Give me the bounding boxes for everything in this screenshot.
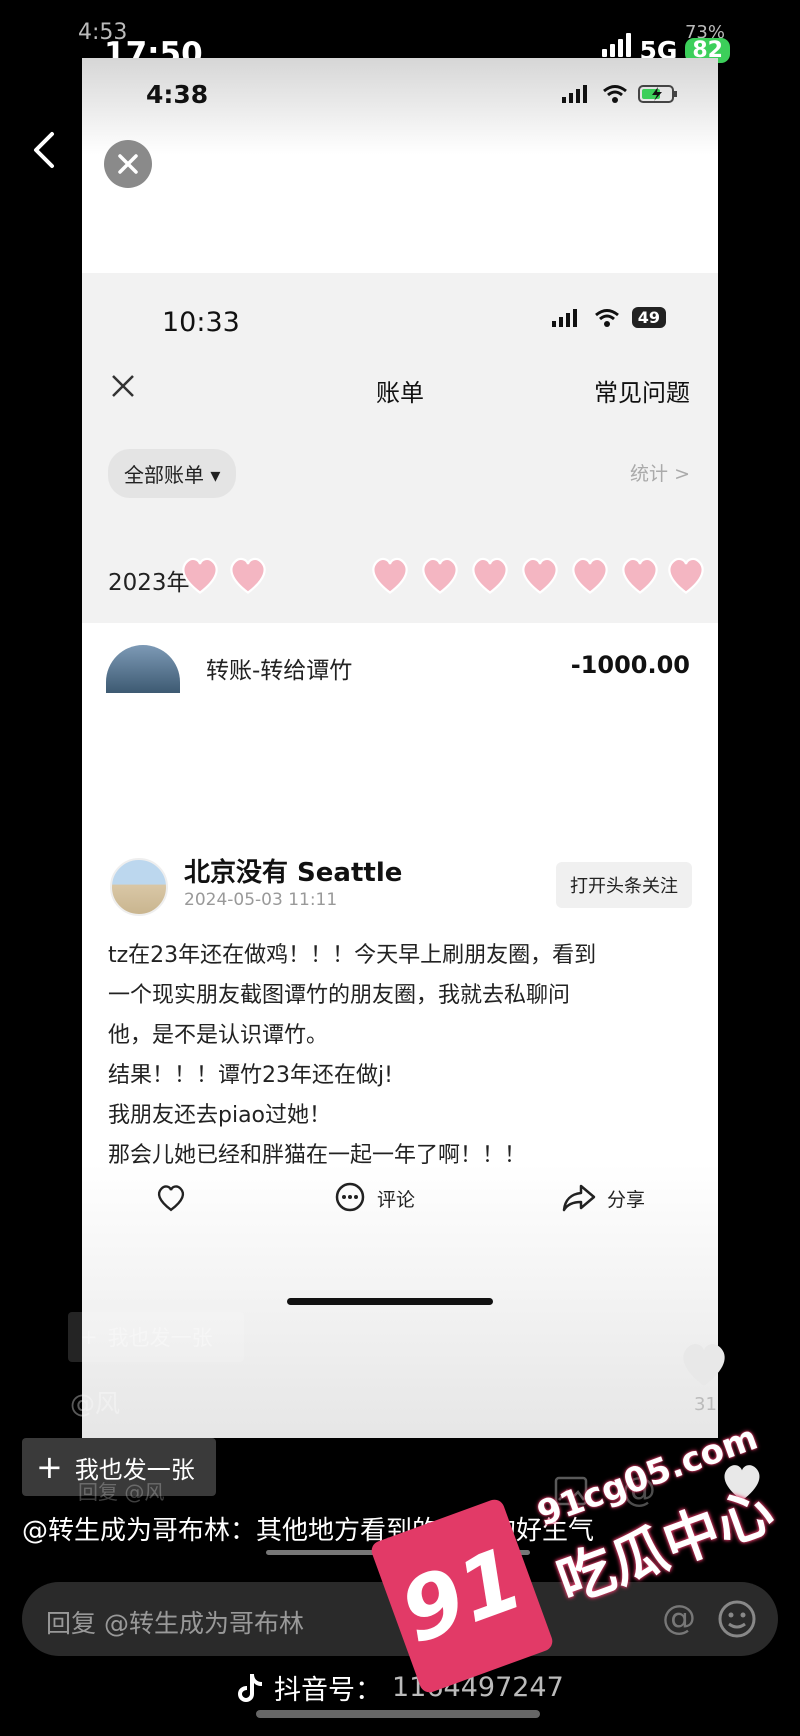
battery-charging-icon xyxy=(638,85,677,103)
post-body: tz在23年还在做鸡！！！今天早上刷朋友圈，看到 一个现实朋友截图谭竹的朋友圈，… xyxy=(108,936,698,1176)
screenshot-image[interactable]: 4:38 10:33 49 账单 常见问题 全部账单 ▾ 统计 > 2023年 xyxy=(82,58,718,1438)
signal-icon xyxy=(602,32,632,57)
heart-icon xyxy=(182,557,218,594)
close-button[interactable] xyxy=(104,140,152,188)
close-icon xyxy=(118,154,138,174)
watermark-badge: 91 xyxy=(368,1496,556,1696)
post-author[interactable]: 北京没有 Seattle xyxy=(184,852,402,889)
ghost-mention: @风 xyxy=(70,1389,121,1418)
inner-status-time: 10:33 xyxy=(162,307,240,338)
bill-item-amount: -1000.00 xyxy=(570,651,690,679)
reply-placeholder: 回复 @转生成为哥布林 xyxy=(46,1609,304,1638)
douyin-label: 抖音号： xyxy=(274,1675,382,1706)
ghost-post-button: + 我也发一张 xyxy=(68,1312,244,1362)
inner-status-icons: 49 xyxy=(551,307,666,328)
bill-header: 账单 常见问题 xyxy=(82,353,718,423)
signal-icon xyxy=(562,85,587,103)
plus-icon: + xyxy=(36,1448,63,1486)
wifi-icon xyxy=(603,85,627,103)
watermark: 91 91cg05.com 吃瓜中心 xyxy=(368,1418,800,1736)
post-line: 我朋友还去piao过她！ xyxy=(108,1103,332,1128)
share-icon xyxy=(562,1184,596,1212)
heart-icon xyxy=(572,557,608,594)
comment-label: 评论 xyxy=(376,1188,415,1211)
like-count: 31 xyxy=(694,1394,717,1415)
heart-icon xyxy=(622,557,658,594)
heart-icon xyxy=(372,557,408,594)
ghost-post-label: 我也发一张 xyxy=(107,1326,213,1350)
plus-icon: + xyxy=(80,1325,98,1349)
post-line: 结果！！！谭竹23年还在做j! xyxy=(108,1063,393,1088)
comment-button[interactable]: 评论 xyxy=(333,1181,415,1215)
wifi-icon xyxy=(594,308,619,327)
battery-icon: 49 xyxy=(631,307,666,328)
share-button[interactable]: 分享 xyxy=(561,1183,645,1213)
heart-icon xyxy=(472,557,508,594)
ghost-reply: 回复 @风 xyxy=(78,1480,165,1504)
post-line: 他，是不是认识谭竹。 xyxy=(108,1023,329,1048)
heart-stickers xyxy=(178,543,704,613)
heart-icon xyxy=(230,557,266,594)
avatar xyxy=(106,645,180,693)
comment-icon xyxy=(335,1182,365,1212)
post-date: 2024-05-03 11:11 xyxy=(184,890,338,910)
tiktok-logo-icon xyxy=(238,1673,262,1702)
follow-button[interactable]: 打开头条关注 xyxy=(556,862,692,908)
share-label: 分享 xyxy=(606,1188,645,1211)
avatar[interactable] xyxy=(110,858,168,916)
post-actions: 评论 分享 xyxy=(82,1168,718,1228)
heart-icon xyxy=(522,557,558,594)
like-button[interactable] xyxy=(155,1183,187,1213)
stats-link[interactable]: 统计 > xyxy=(630,459,690,486)
bill-item-desc: 转账-转给谭竹 xyxy=(206,658,353,684)
bill-filter-dropdown[interactable]: 全部账单 ▾ xyxy=(108,449,237,498)
heart-outline-icon xyxy=(157,1185,185,1212)
signal-icon xyxy=(551,308,577,327)
like-icon[interactable] xyxy=(676,1338,732,1390)
home-indicator xyxy=(287,1298,493,1305)
bill-screenshot: 10:33 49 账单 常见问题 全部账单 ▾ 统计 > 2023年 转账-转给… xyxy=(82,273,718,905)
post-line: tz在23年还在做鸡！！！今天早上刷朋友圈，看到 xyxy=(108,943,597,968)
screenshot-status-icons xyxy=(562,84,678,104)
heart-icon xyxy=(422,557,458,594)
screenshot-top: 4:38 xyxy=(82,58,718,273)
back-arrow-icon[interactable] xyxy=(30,130,58,170)
heart-icon xyxy=(668,557,704,594)
faq-link[interactable]: 常见问题 xyxy=(594,373,690,408)
post-line: 一个现实朋友截图谭竹的朋友圈，我就去私聊问 xyxy=(108,983,571,1008)
screenshot-status-time: 4:38 xyxy=(146,80,209,109)
